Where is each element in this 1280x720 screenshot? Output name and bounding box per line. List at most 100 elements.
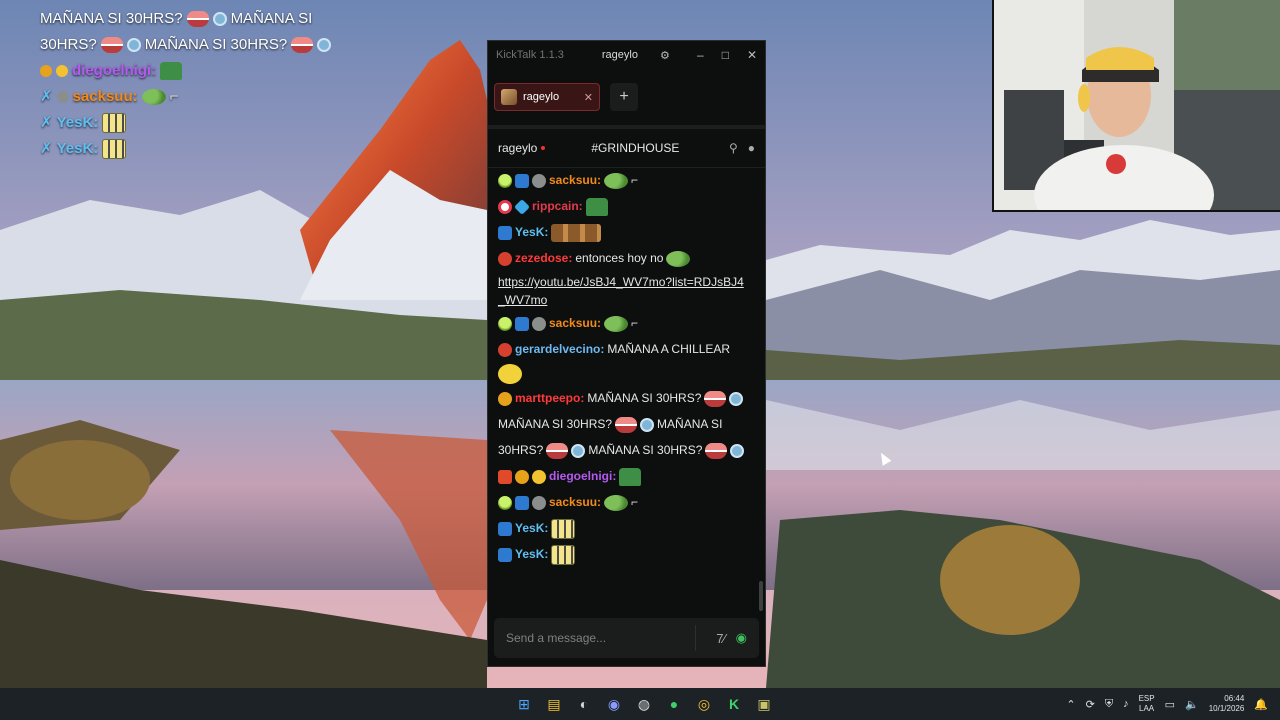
overlay-text: 30HRS?	[40, 36, 97, 53]
message-link[interactable]: https://youtu.be/JsBJ4_WV7mo?list=RDJsBJ…	[498, 273, 748, 309]
add-tab-button[interactable]: +	[610, 83, 638, 111]
cube-badge-icon	[514, 198, 530, 215]
channel-tabs: rageylo ✕ +	[488, 69, 765, 129]
pin-icon[interactable]: ⚲	[729, 141, 738, 155]
robot-emote-icon	[571, 443, 586, 458]
lips-emote-icon	[186, 11, 209, 27]
clock-time: 06:44	[1224, 694, 1245, 703]
overlay-message: ✗ YesK:	[40, 110, 340, 136]
ring-badge-icon	[498, 199, 512, 214]
chat-username[interactable]: gerardelvecino:	[515, 338, 604, 361]
user-icon[interactable]: ●	[748, 141, 755, 155]
moderator-badge-icon	[498, 225, 512, 240]
settings-gear-icon[interactable]: ⚙	[660, 49, 670, 62]
message-text: MAÑANA SI 30HRS?	[588, 443, 703, 457]
moderator-badge-icon	[515, 316, 529, 331]
webcam-feed	[992, 0, 1280, 212]
chat-scrollbar[interactable]	[759, 581, 763, 611]
chat-message: sacksuu: ⌐	[498, 169, 748, 192]
lips-emote-icon	[291, 37, 314, 53]
alien-badge-icon	[498, 495, 512, 510]
chevron-up-icon[interactable]: ⌃	[1066, 698, 1075, 711]
language-code: ESP	[1138, 694, 1155, 703]
chrome-icon[interactable]: ◎	[692, 692, 716, 716]
close-button[interactable]: ✕	[747, 48, 757, 62]
sync-icon[interactable]: ⟳	[1086, 698, 1095, 711]
overlay-username: sacksuu:	[72, 88, 138, 105]
lips-emote-icon	[100, 37, 123, 53]
chat-username[interactable]: sacksuu:	[549, 491, 601, 514]
speaker-icon[interactable]: 🔈	[1185, 698, 1199, 711]
message-input[interactable]: Send a message... 7⁄ ◉	[494, 618, 759, 658]
message-text: MAÑANA SI	[657, 417, 723, 431]
security-icon[interactable]: ⛨	[1105, 698, 1113, 711]
chat-username[interactable]: YesK:	[515, 543, 548, 566]
overlay-username: YesK:	[56, 114, 99, 131]
tab-close-icon[interactable]: ✕	[584, 91, 593, 104]
chat-username[interactable]: sacksuu:	[549, 312, 601, 335]
moderator-badge-icon	[515, 495, 529, 510]
chat-username[interactable]: YesK:	[515, 221, 548, 244]
language-indicator[interactable]: ESP LAA	[1139, 694, 1155, 714]
message-input-placeholder: Send a message...	[506, 631, 607, 645]
chat-message: diegoelnigi:	[498, 465, 748, 488]
lips-emote-icon	[705, 442, 728, 459]
kick-icon[interactable]: K	[722, 692, 746, 716]
chat-message: sacksuu: ⌐	[498, 491, 748, 514]
chat-username[interactable]: diegoelnigi:	[549, 465, 616, 488]
kicktalk-app-icon[interactable]: ▣	[752, 692, 776, 716]
moderator-badge-icon	[498, 547, 512, 562]
alien-badge-icon	[498, 316, 512, 331]
steam-icon[interactable]: ◐	[572, 692, 596, 716]
chat-message: sacksuu: ⌐	[498, 312, 748, 335]
sun-badge-icon	[56, 65, 68, 77]
overlay-username: YesK:	[56, 140, 99, 157]
chat-username[interactable]: rippcain:	[532, 195, 583, 218]
chat-message: YesK:	[498, 221, 748, 244]
minimize-button[interactable]: –	[697, 48, 704, 62]
app-title: KickTalk 1.1.3	[496, 49, 564, 61]
network-icon[interactable]: ▭	[1165, 698, 1175, 711]
robot-emote-icon	[317, 38, 332, 52]
microphone-icon[interactable]: ♪	[1123, 698, 1129, 710]
chat-message: marttpeepo: MAÑANA SI 30HRS? MAÑANA SI 3…	[498, 387, 748, 462]
frog-emote-icon	[604, 172, 629, 189]
emote-picker-icon[interactable]: ◉	[736, 630, 747, 646]
streamer-name: rageylo	[498, 141, 538, 155]
message-text: 30HRS?	[498, 443, 544, 457]
chat-username[interactable]: sacksuu:	[549, 169, 601, 192]
frog-emote-icon	[141, 89, 166, 105]
chill-emote-icon	[498, 364, 522, 384]
lips-emote-icon	[704, 390, 727, 407]
robot-emote-icon	[730, 443, 745, 458]
notification-bell-icon[interactable]: 🔔	[1254, 698, 1268, 711]
file-explorer-icon[interactable]: ▤	[542, 692, 566, 716]
chat-username[interactable]: YesK:	[515, 517, 548, 540]
drink-emote-icon: ⌐	[169, 88, 179, 105]
chat-message: YesK:	[498, 543, 748, 566]
tab-rageylo[interactable]: rageylo ✕	[494, 83, 600, 111]
taskbar: ⊞ ▤ ◐ ◉ ◍ ● ◎ K ▣ ⌃ ⟳ ⛨ ♪ ESP LAA ▭ 🔈 06…	[0, 688, 1280, 720]
maximize-button[interactable]: □	[722, 48, 729, 62]
chat-message: zezedose: entonces hoy no https://youtu.…	[498, 247, 748, 309]
sword-badge-icon: ✗	[40, 88, 53, 105]
spotify-icon[interactable]: ●	[662, 692, 686, 716]
monkeys-emote-icon	[551, 223, 602, 242]
robot-emote-icon	[212, 12, 227, 26]
stream-chat-overlay: MAÑANA SI 30HRS? MAÑANA SI 30HRS? MAÑANA…	[40, 6, 340, 162]
chat-username[interactable]: zezedose:	[515, 247, 572, 270]
face-badge-icon	[498, 251, 512, 266]
windows-start-icon[interactable]: ⊞	[512, 692, 536, 716]
keyboard-layout: LAA	[1139, 704, 1155, 713]
frog-emote-icon	[604, 494, 629, 511]
drink-emote-icon: ⌐	[631, 316, 639, 330]
moderator-badge-icon	[498, 521, 512, 536]
yes-emote-icon	[102, 113, 127, 133]
discord-icon[interactable]: ◉	[602, 692, 626, 716]
kick-emote-picker-icon[interactable]: 7⁄	[716, 631, 725, 646]
system-clock[interactable]: 06:44 10/1/2026	[1209, 694, 1245, 714]
chat-username[interactable]: marttpeepo:	[515, 387, 584, 410]
subscriber-badge-icon	[532, 495, 546, 510]
chat-header: rageylo #GRINDHOUSE ⚲ ●	[488, 129, 765, 168]
obs-icon[interactable]: ◍	[632, 692, 656, 716]
